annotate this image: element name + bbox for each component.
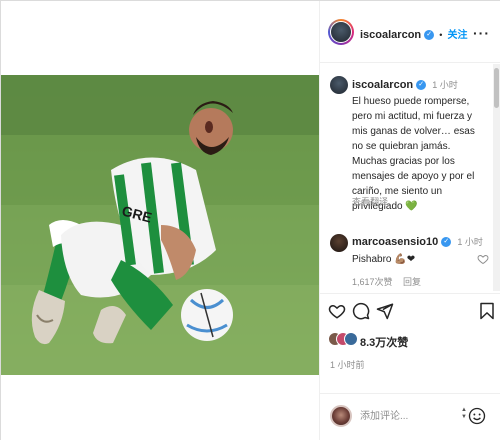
send-icon[interactable] [376,302,394,320]
more-horizontal-icon[interactable]: ··· [473,25,490,41]
post-actions-bar [320,293,500,323]
verified-badge-icon: ✓ [441,237,451,247]
add-comment-bar: ▲▼ [320,393,500,440]
comment-body: Pishabro [352,254,391,265]
author-avatar[interactable] [330,21,352,43]
caption-time: 1 小时 [432,80,458,90]
post-header: iscoalarcon ✓ • 关注 ··· [320,1,500,63]
comment-username[interactable]: marcoasensio10 [352,236,438,248]
post-timestamp: 1 小时前 [330,358,365,371]
follow-button[interactable]: 关注 [447,30,467,41]
author-username[interactable]: iscoalarcon [360,29,421,41]
comment-time: 1 小时 [457,237,483,247]
liker-avatar [344,332,358,346]
green-heart-emoji: 💚 [405,201,417,212]
comments-scrollbar[interactable] [493,64,500,291]
post-media-area: GRE [1,1,319,440]
caption-username[interactable]: iscoalarcon [352,79,413,91]
verified-badge-icon: ✓ [416,80,426,90]
author-line: iscoalarcon ✓ • 关注 [360,26,467,41]
caption-avatar[interactable] [330,76,348,94]
football-player-photo: GRE [1,75,319,375]
heart-icon[interactable] [328,302,346,320]
like-count[interactable]: 8.3万次赞 [360,334,408,350]
author-avatar-ring[interactable] [328,19,354,45]
instagram-post: GRE [0,0,500,440]
current-user-avatar [330,405,352,427]
input-scroll-arrows-icon[interactable]: ▲▼ [461,407,467,421]
bookmark-icon[interactable] [478,302,496,320]
scrollbar-thumb[interactable] [494,68,499,108]
comment-avatar[interactable] [330,234,348,252]
separator-dot: • [439,30,442,40]
comment-reply-link[interactable]: 回复 [403,277,421,287]
comment-input[interactable] [360,406,460,426]
comment-meta: 1,617次赞 回复 [352,275,421,288]
emoji-icon[interactable] [468,407,486,425]
post-side-panel: iscoalarcon ✓ • 关注 ··· iscoalarcon ✓ 1 小… [319,1,500,440]
caption-header: iscoalarcon ✓ 1 小时 [352,78,458,91]
comment-icon[interactable] [352,302,370,320]
post-photo[interactable]: GRE [1,75,319,375]
verified-badge-icon: ✓ [424,30,434,40]
comment-heart-icon[interactable] [477,253,489,265]
comments-list: iscoalarcon ✓ 1 小时 El hueso puede romper… [320,64,492,291]
comment-text: Pishabro 💪🏽❤ [352,254,415,265]
comment-emojis: 💪🏽❤ [394,254,415,265]
comment-like-count[interactable]: 1,617次赞 [352,277,393,287]
see-translation-link[interactable]: 查看翻译 [352,195,388,208]
comment-header: marcoasensio10 ✓ 1 小时 [352,235,483,248]
